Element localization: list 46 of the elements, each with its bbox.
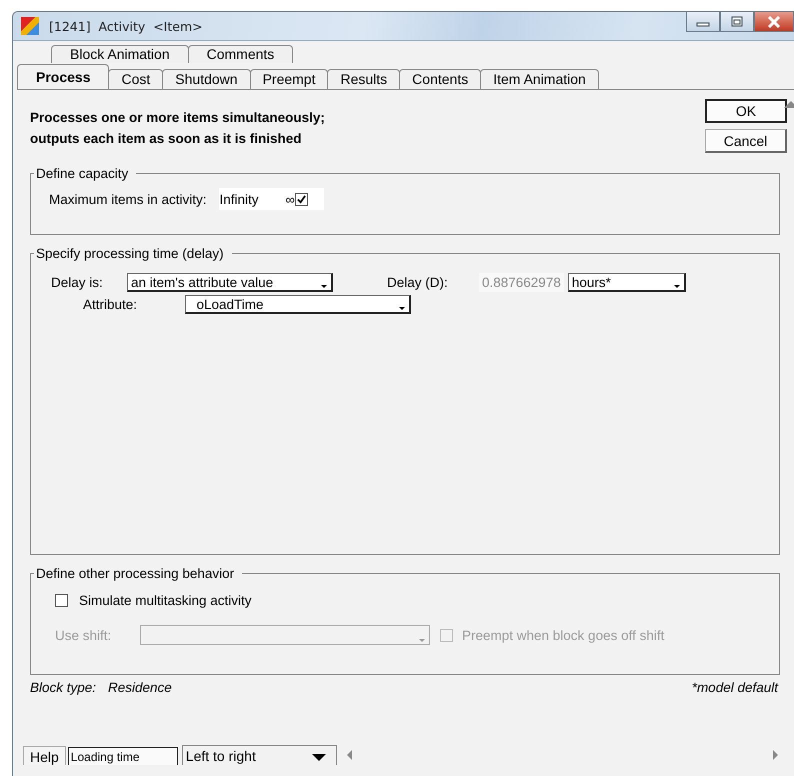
- tab[interactable]: Preempt: [250, 69, 328, 89]
- block-label-field[interactable]: Loading time: [68, 747, 178, 765]
- attribute-dropdown[interactable]: oLoadTime: [185, 295, 411, 314]
- checkbox-label: Preempt when block goes off shift: [462, 628, 664, 642]
- direction-dropdown[interactable]: Left to right: [182, 745, 337, 765]
- field-label: Attribute:: [83, 297, 138, 312]
- tab[interactable]: Block Animation: [51, 45, 189, 63]
- scroll-up-icon[interactable]: [784, 101, 794, 108]
- checkbox-label: Simulate multitasking activity: [79, 593, 252, 608]
- group-title: Specify processing time (delay): [34, 245, 232, 262]
- group-title: Define capacity: [34, 165, 136, 182]
- scroll-left-icon[interactable]: [346, 750, 352, 760]
- caret-icon: [674, 285, 680, 288]
- field-label: Maximum items in activity:: [49, 192, 207, 206]
- app-logo-icon: [21, 17, 39, 35]
- checkbox[interactable]: [55, 594, 68, 607]
- tab[interactable]: Comments: [188, 45, 294, 63]
- maximize-icon: [730, 16, 744, 28]
- window-title: [1241] Activity <Item>: [49, 18, 203, 34]
- scroll-right-icon[interactable]: [773, 750, 778, 760]
- model-default-note: *model default: [692, 680, 778, 695]
- block-type-value: Residence: [108, 680, 172, 695]
- cancel-button[interactable]: Cancel: [705, 129, 787, 153]
- block-type-label: Block type:: [30, 680, 96, 695]
- description-text: outputs each item as soon as it is finished: [30, 130, 303, 148]
- tab[interactable]: Process: [17, 64, 110, 89]
- field-label: Use shift:: [55, 628, 112, 642]
- maximize-button[interactable]: [720, 12, 754, 32]
- caret-icon: [321, 285, 327, 288]
- close-button[interactable]: [754, 12, 794, 32]
- checkbox[interactable]: [294, 192, 308, 206]
- ok-button[interactable]: OK: [705, 99, 787, 123]
- description-text: Processes one or more items simultaneously;: [30, 109, 325, 127]
- tab[interactable]: Item Animation: [480, 69, 599, 89]
- field-label: Delay (D):: [387, 275, 449, 290]
- capacity-field[interactable]: Infinity ∞: [218, 188, 324, 210]
- delay-type-dropdown[interactable]: an item's attribute value: [127, 273, 333, 292]
- minimize-button[interactable]: [686, 12, 720, 32]
- caret-icon: [419, 639, 425, 642]
- group-title: Define other processing behavior: [34, 565, 242, 582]
- units-dropdown[interactable]: hours*: [568, 273, 686, 292]
- field-label: Delay is:: [51, 275, 104, 290]
- help-button[interactable]: Help: [23, 746, 66, 765]
- caret-icon: [312, 754, 326, 761]
- caret-icon: [399, 307, 405, 310]
- close-icon: [766, 16, 782, 28]
